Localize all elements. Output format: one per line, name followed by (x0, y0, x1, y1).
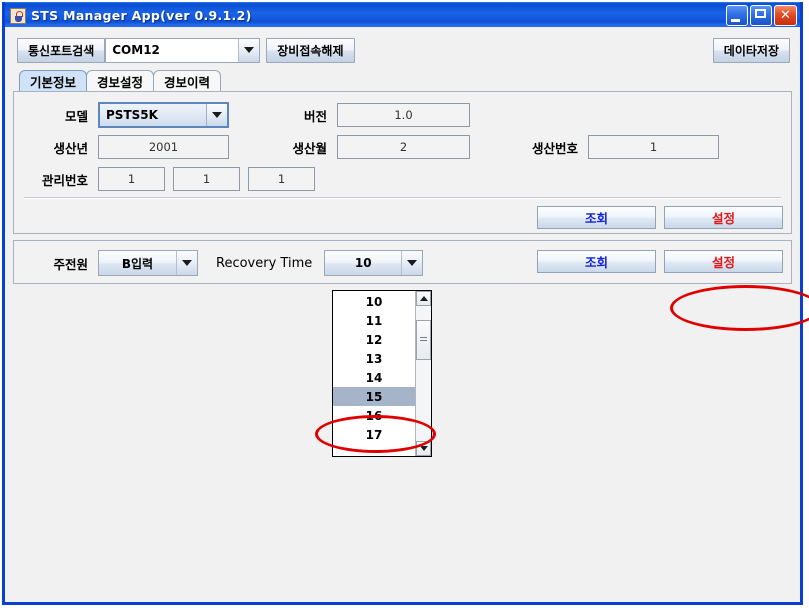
dropdown-item-16[interactable]: 16 (333, 406, 415, 425)
port-select[interactable]: COM12 (105, 37, 261, 63)
scan-port-button[interactable]: 통신포트검색 (17, 37, 106, 63)
management-number-field-2[interactable]: 1 (173, 167, 240, 191)
basic-info-panel: 모델 PSTS5K 버전 1.0 생산년 2001 생산월 2 생산번호 1 관… (13, 91, 792, 234)
maximize-icon (755, 9, 766, 18)
version-field[interactable]: 1.0 (337, 103, 470, 127)
dropdown-items: 10 11 12 13 14 15 16 17 (333, 291, 415, 456)
production-year-label: 생산년 (53, 140, 88, 156)
main-power-select[interactable]: B입력 (98, 250, 198, 276)
power-query-button[interactable]: 조회 (537, 250, 656, 273)
dropdown-item-11[interactable]: 11 (333, 311, 415, 330)
java-cup-icon (10, 7, 26, 24)
recovery-time-select-value: 10 (354, 256, 372, 270)
management-number-field-1[interactable]: 1 (98, 167, 165, 191)
main-power-label: 주전원 (53, 256, 88, 272)
dropdown-item-15[interactable]: 15 (333, 387, 415, 406)
dropdown-scrollbar[interactable] (415, 291, 431, 456)
save-data-button[interactable]: 데이타저장 (712, 37, 790, 63)
title-bar: STS Manager App(ver 0.9.1.2) ✕ (5, 2, 800, 28)
triangle-down-icon (419, 446, 428, 451)
triangle-up-icon (419, 296, 428, 301)
port-select-value: COM12 (112, 43, 160, 57)
production-month-label: 생산월 (292, 140, 327, 156)
close-icon: ✕ (780, 8, 791, 23)
close-button[interactable]: ✕ (774, 5, 797, 26)
disconnect-device-button[interactable]: 장비접속해제 (266, 37, 355, 63)
model-select-value: PSTS5K (106, 108, 158, 122)
scroll-up-button[interactable] (416, 291, 431, 306)
production-year-field[interactable]: 2001 (98, 135, 229, 159)
basic-query-button[interactable]: 조회 (537, 206, 656, 229)
management-number-label: 관리번호 (41, 172, 88, 188)
recovery-time-dropdown-list[interactable]: 10 11 12 13 14 15 16 17 (332, 290, 432, 457)
chevron-down-icon[interactable] (206, 104, 227, 126)
production-number-field[interactable]: 1 (588, 135, 719, 159)
minimize-icon (731, 19, 740, 22)
power-set-button[interactable]: 설정 (664, 250, 783, 273)
window-title: STS Manager App(ver 0.9.1.2) (31, 8, 252, 23)
app-window: STS Manager App(ver 0.9.1.2) ✕ 통신포트검색 CO… (2, 2, 809, 605)
recovery-time-label: Recovery Time (216, 255, 313, 271)
production-month-field[interactable]: 2 (337, 135, 470, 159)
tab-alarm-settings[interactable]: 경보설정 (86, 70, 155, 91)
recovery-time-select[interactable]: 10 (324, 250, 424, 276)
dropdown-item-14[interactable]: 14 (333, 368, 415, 387)
minimize-button[interactable] (726, 5, 748, 26)
scrollbar-track[interactable] (416, 306, 431, 441)
panel-divider (24, 197, 781, 199)
grip-icon (420, 337, 427, 343)
power-settings-panel: 주전원 B입력 Recovery Time 10 조회 설정 (13, 240, 792, 284)
dropdown-item-10[interactable]: 10 (333, 292, 415, 311)
model-select[interactable]: PSTS5K (98, 102, 229, 128)
dropdown-item-17[interactable]: 17 (333, 425, 415, 444)
main-power-select-value: B입력 (121, 256, 154, 271)
model-label: 모델 (64, 108, 88, 124)
tab-alarm-history[interactable]: 경보이력 (153, 70, 222, 91)
version-label: 버전 (303, 108, 327, 124)
tab-basic-info[interactable]: 기본정보 (19, 70, 88, 91)
maximize-button[interactable] (750, 5, 772, 26)
tab-bar: 기본정보 경보설정 경보이력 (19, 69, 794, 91)
scrollbar-thumb[interactable] (416, 320, 431, 360)
dropdown-item-12[interactable]: 12 (333, 330, 415, 349)
toolbar: 통신포트검색 COM12 장비접속해제 데이타저장 (17, 37, 792, 63)
chevron-down-icon[interactable] (401, 251, 423, 275)
scroll-down-button[interactable] (416, 441, 431, 456)
dropdown-item-13[interactable]: 13 (333, 349, 415, 368)
chevron-down-icon[interactable] (238, 38, 260, 62)
production-number-label: 생산번호 (531, 140, 578, 156)
management-number-field-3[interactable]: 1 (248, 167, 315, 191)
power-actions: 조회 설정 (537, 250, 783, 273)
basic-set-button[interactable]: 설정 (664, 206, 783, 229)
basic-actions: 조회 설정 (537, 206, 783, 229)
window-controls: ✕ (726, 5, 797, 26)
chevron-down-icon[interactable] (176, 251, 197, 275)
